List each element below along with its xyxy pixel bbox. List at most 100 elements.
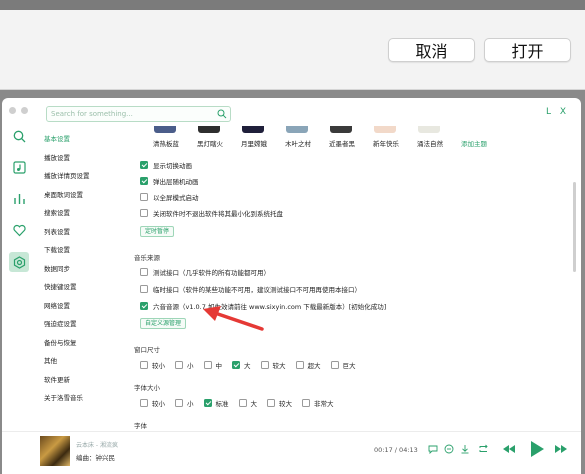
theme-item[interactable]: 月里嫦娥 [232,126,276,150]
radio-checked[interactable] [232,361,240,369]
theme-swatch [418,126,440,133]
music-library-icon[interactable] [9,157,29,177]
next-icon[interactable] [554,442,568,456]
size-option[interactable]: 小 [175,360,194,370]
theme-item[interactable]: 添加主题 [452,126,496,150]
fullscreen-start-option[interactable]: 以全屏模式启动 [140,192,199,202]
option-label: 较大 [272,362,286,370]
comment-icon[interactable] [426,442,440,456]
size-option[interactable]: 较大 [260,360,286,370]
cancel-button[interactable]: 取消 [388,38,475,62]
prev-icon[interactable] [502,442,516,456]
sidebar-item[interactable]: 备份与恢复 [40,334,122,353]
size-option[interactable]: 标准 [203,398,229,408]
checkbox[interactable] [140,193,148,201]
size-option[interactable]: 非常大 [302,398,334,408]
heart-icon[interactable] [9,220,29,240]
custom-source-button[interactable]: 自定义源管理 [140,318,187,329]
settings-icon[interactable] [9,252,29,272]
radio[interactable] [203,361,212,369]
sidebar-item[interactable]: 播放详情页设置 [40,167,122,186]
temp-api-option[interactable]: 临时接口（软件的某些功能不可用，建议测试接口不可用再使用本接口） [140,284,361,294]
radio[interactable] [302,399,310,407]
sidebar-item[interactable]: 列表设置 [40,223,122,242]
open-button[interactable]: 打开 [484,38,571,62]
size-option[interactable]: 大 [238,398,258,408]
sidebar-item[interactable]: 其他 [40,352,122,371]
lyric-icon[interactable] [442,442,456,456]
show-switch-anim-option[interactable]: 显示切换动画 [140,160,192,170]
theme-item[interactable]: 涌法自然 [408,126,452,150]
chart-icon[interactable] [9,188,29,208]
settings-menu: 基本设置 播放设置 播放详情页设置 桌面歌词设置 搜索设置 列表设置 下载设置 数据同步 快捷键… [40,130,122,430]
custom-pause-button[interactable]: 定时暂停 [140,226,175,237]
scrollbar[interactable] [573,182,576,272]
option-label: 弹出层随机动画 [153,178,199,186]
theme-item[interactable]: 黑灯瞎火 [188,126,232,150]
sidebar-item[interactable]: 强迫症设置 [40,315,122,334]
window-size-title: 窗口尺寸 [134,346,160,354]
size-option[interactable]: 大 [232,360,251,370]
size-option[interactable]: 较小 [140,398,165,408]
size-option[interactable]: 较小 [140,360,165,370]
sidebar-item[interactable]: 快捷键设置 [40,278,122,297]
sidebar-item-active[interactable]: 基本设置 [40,130,122,149]
sidebar-item[interactable]: 下载设置 [40,241,122,260]
app-window: Search for something... L X 基本设置 播放设置 播放详情… [2,98,581,474]
sidebar-item[interactable]: 桌面歌词设置 [40,186,122,205]
play-icon[interactable] [528,440,546,458]
nav-search-icon[interactable] [9,126,29,146]
radio[interactable] [330,361,339,369]
song-title[interactable]: 云本床 - 湘流疯 [76,440,118,449]
search-icon[interactable] [217,109,227,119]
checkbox-checked[interactable] [140,161,148,169]
size-option[interactable]: 小 [175,398,194,408]
radio[interactable] [140,399,148,407]
radio[interactable] [260,361,269,369]
sidebar-item[interactable]: 关于洛雪音乐 [40,389,122,408]
theme-item[interactable]: 木叶之村 [276,126,320,150]
size-option[interactable]: 中 [203,360,222,370]
six-source-option[interactable]: 六音音源（v1.0.7 如失效请前往 www.sixyin.com 下载最新版本… [140,301,386,311]
radio[interactable] [140,268,148,276]
radio[interactable] [175,399,183,407]
radio[interactable] [175,361,183,369]
download-icon[interactable] [458,442,472,456]
theme-item[interactable]: 清热板蓝 [144,126,188,150]
checkbox[interactable] [140,209,148,217]
radio[interactable] [140,285,148,293]
radio-checked[interactable] [140,302,148,310]
player-bar: 云本床 - 湘流疯 编曲：钟兴民 00:17 / 04:13 [2,431,581,474]
option-label: 较大 [279,400,292,408]
sidebar-item[interactable]: 网络设置 [40,297,122,316]
option-label: 小 [187,362,194,370]
album-cover[interactable] [40,436,70,466]
radio[interactable] [267,399,275,407]
radio[interactable] [140,361,148,369]
sidebar-item[interactable]: 播放设置 [40,149,122,168]
repeat-icon[interactable] [476,442,490,456]
radio[interactable] [238,399,247,407]
option-label: 大 [250,400,258,408]
theme-label: 添加主题 [461,140,487,148]
theme-item[interactable]: 新年快乐 [364,126,408,150]
sidebar-item[interactable]: 软件更新 [40,371,122,390]
window-close-dot[interactable] [9,107,16,114]
size-option[interactable]: 超大 [295,360,321,370]
popup-anim-option[interactable]: 弹出层随机动画 [140,176,199,186]
theme-label: 月里嫦娥 [241,140,267,148]
test-api-option[interactable]: 测试接口（几乎软件的所有功能都可用） [140,267,270,277]
option-label: 大 [244,362,251,370]
sidebar-item[interactable]: 数据同步 [40,260,122,279]
music-source-title: 音乐来源 [134,254,160,262]
close-to-tray-option[interactable]: 关闭软件时不退出软件将其最小化到系统托盘 [140,208,283,218]
radio-checked[interactable] [203,399,212,407]
size-option[interactable]: 巨大 [330,360,356,370]
size-option[interactable]: 较大 [267,398,292,408]
window-minimize-dot[interactable] [21,107,28,114]
sidebar-item[interactable]: 搜索设置 [40,204,122,223]
checkbox-checked[interactable] [140,177,148,185]
search-input[interactable]: Search for something... [46,106,231,122]
theme-item[interactable]: 近墨者黑 [320,126,364,150]
radio[interactable] [295,361,304,369]
